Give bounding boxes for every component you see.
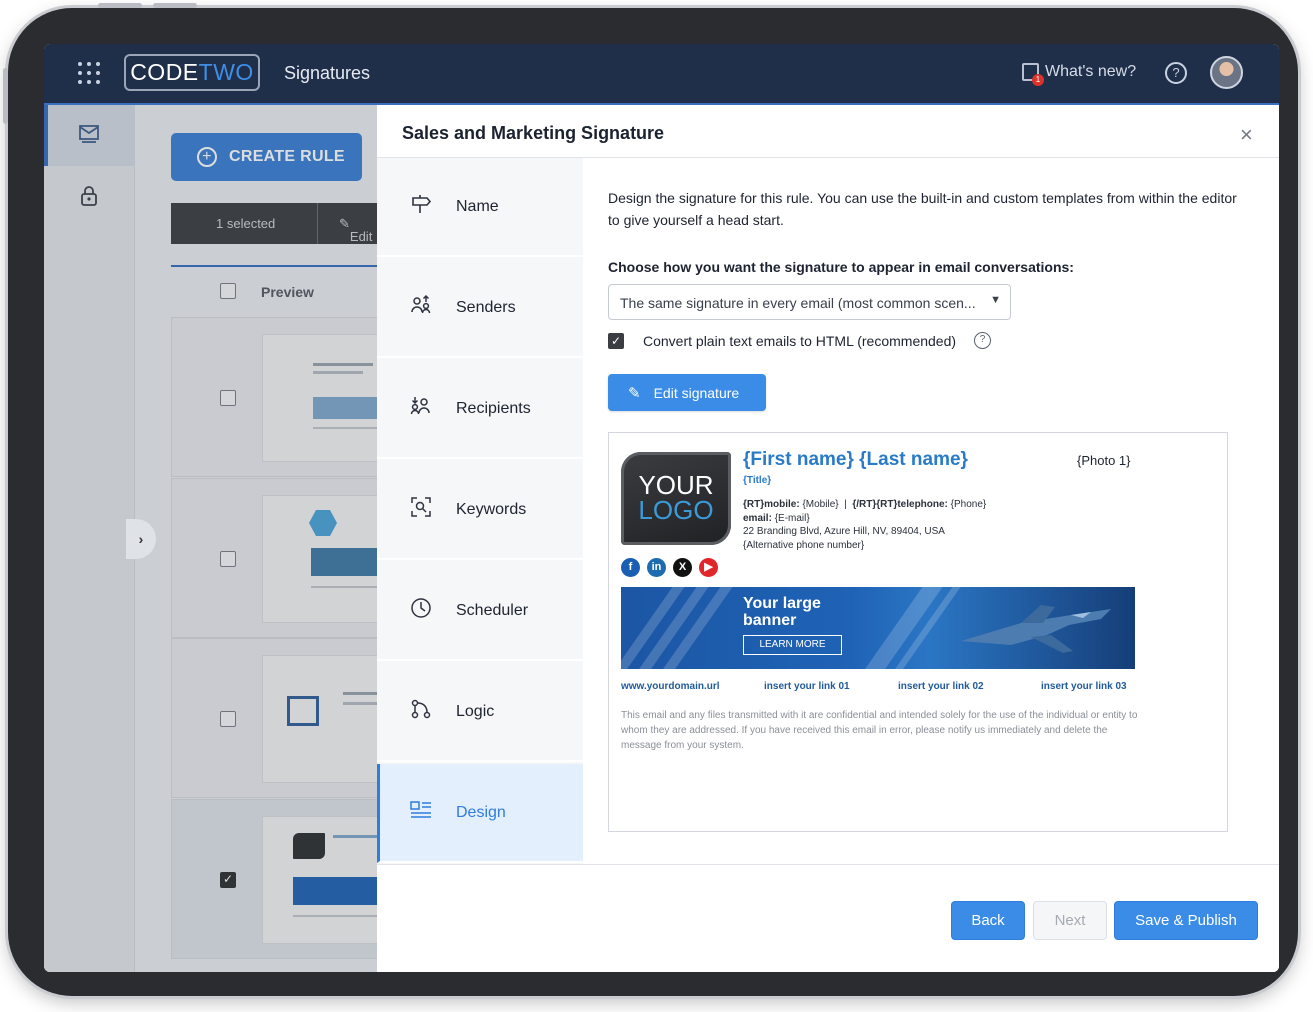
app-title: Signatures <box>284 63 371 83</box>
signature-contact-details: {RT}mobile: {Mobile} | {/RT}{RT}telephon… <box>743 499 987 551</box>
convert-html-option: ✓ Convert plain text emails to HTML (rec… <box>608 332 992 349</box>
step-label: Design <box>456 803 506 821</box>
photo-placeholder: {Photo 1} <box>1077 453 1131 468</box>
banner-headline: Your large banner <box>743 595 821 629</box>
whats-new-label: What's new? <box>1045 63 1137 80</box>
step-label: Name <box>456 197 499 215</box>
senders-icon <box>408 294 434 321</box>
keywords-icon <box>408 496 434 523</box>
volume-button <box>153 3 197 8</box>
step-name[interactable]: Name <box>377 158 583 257</box>
learn-more-button[interactable]: LEARN MORE <box>743 635 842 655</box>
alt-phone: {Alternative phone number} <box>743 539 865 551</box>
appearance-select[interactable]: The same signature in every email (most … <box>608 284 1011 320</box>
volume-button <box>98 3 142 8</box>
help-icon[interactable]: ? <box>974 332 992 349</box>
step-recipients[interactable]: Recipients <box>377 360 583 459</box>
step-senders[interactable]: Senders <box>377 259 583 358</box>
social-icons: f in X ▶ <box>621 558 718 577</box>
signpost-icon <box>408 193 434 220</box>
step-label: Keywords <box>456 500 527 518</box>
codetwo-logo[interactable]: CODETWO <box>124 54 260 91</box>
avatar[interactable] <box>1210 56 1243 89</box>
jet-image <box>961 605 1111 653</box>
company-logo-placeholder: YOUR LOGO <box>621 452 731 545</box>
step-label: Recipients <box>456 399 531 417</box>
wizard-steps: Name Senders Recipients Keywords Schedul… <box>377 158 583 864</box>
pencil-icon: ✎ <box>628 384 641 402</box>
linkedin-icon[interactable]: in <box>647 558 666 577</box>
news-badge: 1 <box>1032 74 1044 86</box>
app-launcher-icon[interactable] <box>78 62 100 84</box>
x-icon[interactable]: X <box>673 558 692 577</box>
modal-backdrop <box>44 105 377 972</box>
chevron-down-icon: ▼ <box>990 294 1001 306</box>
design-icon <box>408 799 434 826</box>
help-icon[interactable]: ? <box>1165 62 1187 84</box>
app-screen: CODETWO Signatures 1 What's new? ? + CREA… <box>44 44 1279 972</box>
whats-new-link[interactable]: 1 What's new? <box>1022 63 1137 86</box>
modal-footer-divider <box>377 864 1279 865</box>
step-label: Senders <box>456 298 516 316</box>
signature-name: {First name} {Last name} <box>743 449 968 470</box>
signature-title: {Title} <box>743 475 772 486</box>
rule-wizard-modal: Sales and Marketing Signature × Name Sen… <box>377 105 1279 972</box>
signature-link-03[interactable]: insert your link 03 <box>1041 681 1127 692</box>
signature-preview: YOUR LOGO f in X ▶ {First name} {Last na… <box>608 432 1228 832</box>
convert-html-checkbox[interactable]: ✓ <box>608 332 624 349</box>
convert-html-label: Convert plain text emails to HTML (recom… <box>643 332 957 349</box>
domain-link[interactable]: www.yourdomain.url <box>621 681 720 692</box>
address: 22 Branding Blvd, Azure Hill, NV, 89404,… <box>743 526 945 537</box>
appearance-label: Choose how you want the signature to app… <box>608 259 1074 275</box>
signature-link-01[interactable]: insert your link 01 <box>764 681 850 692</box>
next-button[interactable]: Next <box>1033 901 1107 940</box>
facebook-icon[interactable]: f <box>621 558 640 577</box>
signature-banner: Your large banner LEARN MORE <box>621 587 1135 669</box>
step-design[interactable]: Design <box>377 764 583 863</box>
step-logic[interactable]: Logic <box>377 663 583 762</box>
power-button <box>3 68 8 124</box>
close-icon[interactable]: × <box>1240 122 1253 148</box>
step-label: Logic <box>456 702 495 720</box>
top-bar: CODETWO Signatures 1 What's new? ? <box>44 44 1279 103</box>
recipients-icon <box>408 395 434 422</box>
disclaimer-text: This email and any files transmitted wit… <box>621 710 1138 751</box>
news-icon: 1 <box>1022 63 1044 86</box>
logic-icon <box>408 698 434 725</box>
design-panel: Design the signature for this rule. You … <box>583 158 1279 864</box>
modal-title: Sales and Marketing Signature <box>402 123 665 143</box>
step-scheduler[interactable]: Scheduler <box>377 562 583 661</box>
tablet-frame: CODETWO Signatures 1 What's new? ? + CREA… <box>3 3 1298 996</box>
youtube-icon[interactable]: ▶ <box>699 558 718 577</box>
step-keywords[interactable]: Keywords <box>377 461 583 560</box>
clock-icon <box>408 597 434 624</box>
edit-signature-button[interactable]: ✎ Edit signature <box>608 374 766 411</box>
save-publish-button[interactable]: Save & Publish <box>1114 901 1258 940</box>
step-label: Scheduler <box>456 601 529 619</box>
signature-link-02[interactable]: insert your link 02 <box>898 681 984 692</box>
back-button[interactable]: Back <box>951 901 1025 940</box>
intro-text: Design the signature for this rule. You … <box>608 190 1237 228</box>
